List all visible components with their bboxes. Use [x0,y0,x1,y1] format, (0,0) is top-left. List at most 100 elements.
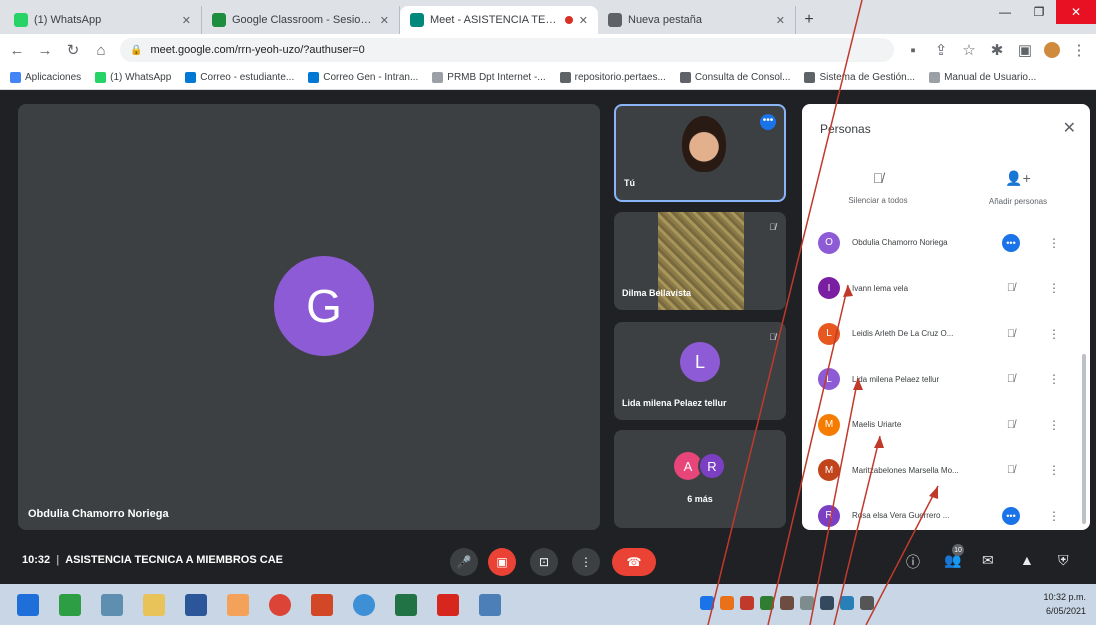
bookmark-whatsapp[interactable]: (1) WhatsApp [95,72,171,83]
scrollbar[interactable] [1082,354,1086,524]
kebab-menu-icon[interactable]: ⋮ [1048,372,1060,386]
taskbar-app[interactable] [430,590,466,620]
kebab-menu-icon[interactable]: ⋮ [1048,281,1060,295]
extension-icon[interactable]: ✱ [988,41,1006,59]
tray-icon[interactable] [800,596,814,610]
mic-off-icon[interactable]: 🎙̸ [1002,416,1020,434]
new-tab-button[interactable]: + [796,6,822,34]
taskbar-app[interactable] [136,590,172,620]
panel-title: Personas [820,122,871,136]
list-item[interactable]: L Leidis Arleth De La Cruz O... 🎙̸ ⋮ [802,311,1080,357]
close-icon[interactable]: ✕ [380,14,389,27]
list-item[interactable]: M Maritzabelones Marsella Mo... 🎙̸ ⋮ [802,448,1080,494]
taskbar-app[interactable] [304,590,340,620]
taskbar-app[interactable] [220,590,256,620]
tray-icon[interactable] [740,596,754,610]
mic-off-icon[interactable]: 🎙̸ [1002,370,1020,388]
maximize-icon[interactable]: ❐ [1022,0,1056,24]
mic-off-icon[interactable]: 🎙̸ [1002,325,1020,343]
kebab-menu-icon[interactable]: ⋮ [1048,418,1060,432]
taskbar-app[interactable] [178,590,214,620]
list-item[interactable]: R Rosa elsa Vera Guerrero ... ••• ⋮ [802,493,1080,530]
more-options-icon[interactable]: ••• [1002,506,1020,525]
reload-icon[interactable]: ↻ [64,41,82,59]
more-options-button[interactable]: ⋮ [572,548,600,576]
bookmark-prmb[interactable]: PRMB Dpt Internet -... [432,72,546,83]
camera-indicator-icon[interactable]: ▪ [904,42,922,59]
activities-icon[interactable]: ▲ [1020,552,1034,568]
tab-meet[interactable]: Meet - ASISTENCIA TECNIC... ✕ [400,6,598,34]
taskbar-app[interactable] [346,590,382,620]
bookmark-apps[interactable]: Aplicaciones [10,72,81,83]
kebab-menu-icon[interactable]: ⋮ [1048,236,1060,250]
participant-tile-camera[interactable]: 🎙̸ Dilma Bellavista [614,212,786,310]
camera-off-button[interactable]: ▣ [488,548,516,576]
hang-up-icon: ☎ [626,555,642,569]
list-item[interactable]: O Obdulia Chamorro Noriega ••• ⋮ [802,220,1080,266]
participant-tile-l[interactable]: L 🎙̸ Lida milena Pelaez tellur [614,322,786,420]
tab-classroom[interactable]: Google Classroom - Sesiones de... ✕ [202,6,400,34]
tab-whatsapp[interactable]: (1) WhatsApp ✕ [4,6,202,34]
taskbar-app[interactable] [388,590,424,620]
host-controls-icon[interactable]: ⛨ [1058,552,1069,569]
mic-button[interactable]: 🎤 [450,548,478,576]
reading-list-icon[interactable]: ▣ [1016,41,1034,59]
tray-icon[interactable] [720,596,734,610]
bookmark-sistema[interactable]: Sistema de Gestión... [804,72,915,83]
mic-off-icon[interactable]: 🎙̸ [1002,461,1020,479]
leave-call-button[interactable]: ☎ [612,548,656,576]
list-item[interactable]: M Maelis Uriarte 🎙̸ ⋮ [802,402,1080,448]
tray-icon[interactable] [760,596,774,610]
bookmark-manual[interactable]: Manual de Usuario... [929,72,1036,83]
profile-avatar[interactable] [1044,42,1060,58]
bookmark-correo[interactable]: Correo - estudiante... [185,72,294,83]
minimize-icon[interactable]: — [988,0,1022,24]
self-view-tile[interactable]: ••• Tú [614,104,786,202]
bookmark-correo-gen[interactable]: Correo Gen - Intran... [308,72,418,83]
taskbar-app[interactable] [472,590,508,620]
start-button[interactable] [10,590,46,620]
tray-icon[interactable] [820,596,834,610]
list-item[interactable]: I Ivann lema vela 🎙̸ ⋮ [802,266,1080,312]
chat-icon[interactable]: ✉ [982,552,994,569]
tray-icon[interactable] [840,596,854,610]
close-icon[interactable]: ✕ [579,14,588,27]
mute-all-button[interactable]: 🎙̸ Silenciar a todos [818,170,938,205]
taskbar-app[interactable] [94,590,130,620]
clock[interactable]: 10:32 p.m. 6/05/2021 [1043,590,1086,618]
close-icon[interactable]: ✕ [776,14,785,27]
menu-icon[interactable]: ⋮ [1070,41,1088,59]
taskbar-app[interactable] [262,590,298,620]
back-icon[interactable]: ← [8,42,26,59]
tray-icon[interactable] [700,596,714,610]
taskbar-app[interactable] [52,590,88,620]
more-options-icon[interactable]: ••• [760,114,776,130]
home-icon[interactable]: ⌂ [92,42,110,59]
star-icon[interactable]: ☆ [960,41,978,59]
main-participant-tile[interactable]: G Obdulia Chamorro Noriega [18,104,600,530]
tray-icon[interactable] [780,596,794,610]
mic-off-icon[interactable]: 🎙̸ [1002,279,1020,297]
kebab-menu-icon[interactable]: ⋮ [1048,463,1060,477]
avatar: G [274,256,374,356]
share-icon[interactable]: ⇪ [932,41,950,59]
close-icon[interactable]: ✕ [182,14,191,27]
more-participants-tile[interactable]: A R 6 más [614,430,786,528]
present-button[interactable]: ⊡ [530,548,558,576]
meet-icon [410,13,424,27]
forward-icon[interactable]: → [36,42,54,59]
more-options-icon[interactable]: ••• [1002,233,1020,252]
address-bar[interactable]: 🔒 meet.google.com/rrn-yeoh-uzo/?authuser… [120,38,894,62]
list-item[interactable]: L Lida milena Pelaez tellur 🎙̸ ⋮ [802,357,1080,403]
kebab-menu-icon[interactable]: ⋮ [1048,327,1060,341]
tab-new[interactable]: Nueva pestaña ✕ [598,6,796,34]
word-icon [185,593,207,616]
tray-icon[interactable] [860,596,874,610]
info-icon[interactable]: ⓘ [906,552,920,572]
add-people-button[interactable]: 👤+ Añadir personas [958,170,1078,206]
bookmark-repositorio[interactable]: repositorio.pertaes... [559,72,666,83]
kebab-menu-icon[interactable]: ⋮ [1048,509,1060,523]
window-close-icon[interactable]: ✕ [1056,0,1096,24]
bookmark-consulta[interactable]: Consulta de Consol... [679,72,790,83]
close-panel-icon[interactable]: ✕ [1063,118,1076,138]
